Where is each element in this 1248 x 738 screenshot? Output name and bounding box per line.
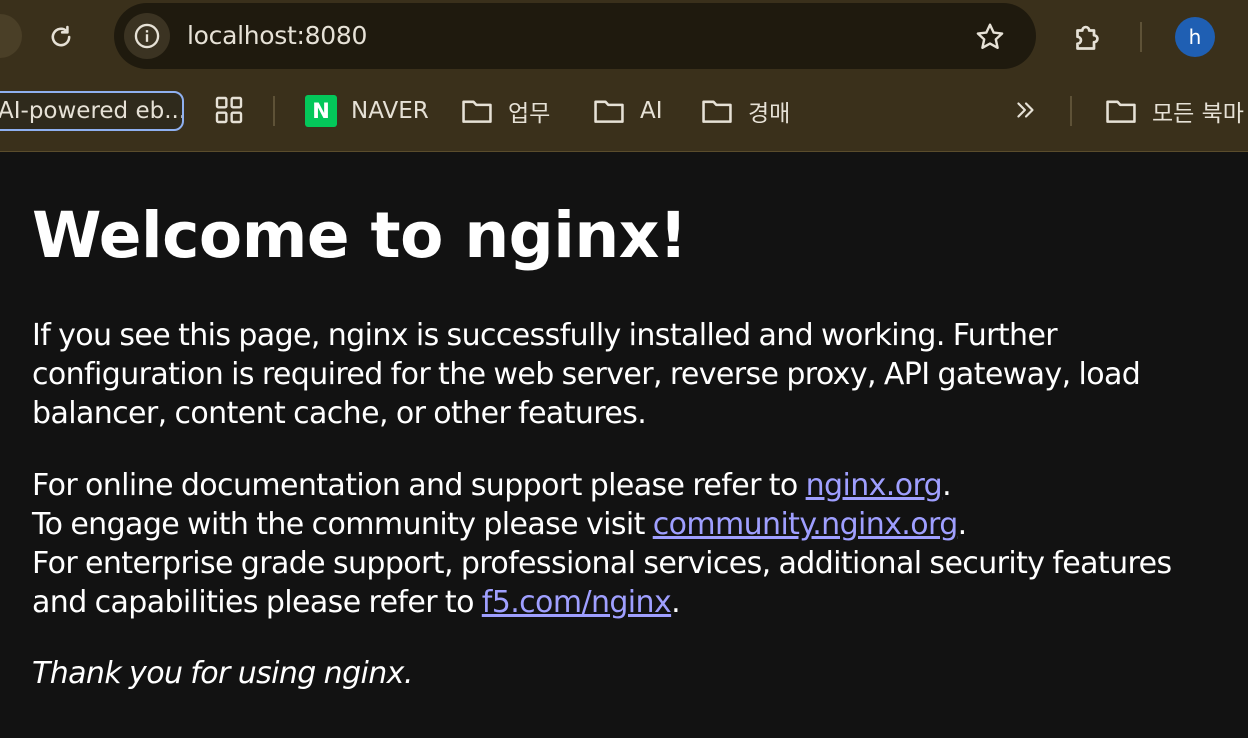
bookmark-star-button[interactable] [970, 17, 1010, 57]
links-paragraph: For online documentation and support ple… [32, 466, 1222, 622]
extensions-button[interactable] [1066, 16, 1110, 60]
reload-button[interactable] [40, 16, 82, 58]
profile-avatar[interactable]: h [1175, 17, 1215, 57]
bookmarks-divider [273, 96, 275, 126]
folder-icon [462, 100, 492, 123]
folder-icon [1106, 100, 1136, 123]
period: . [671, 585, 681, 620]
bookmark-label: 모든 북마 [1152, 101, 1244, 127]
bookmark-label: 경매 [748, 101, 791, 127]
back-button[interactable] [0, 14, 22, 58]
browser-toolbar: localhost:8080 h [0, 0, 1248, 74]
period: . [942, 468, 952, 503]
bookmark-folder-auction[interactable]: 경매 [700, 91, 790, 131]
naver-logo-icon: N [305, 95, 337, 127]
bookmark-naver[interactable]: N NAVER [305, 91, 429, 131]
community-link[interactable]: community.nginx.org [653, 507, 959, 542]
address-bar[interactable]: localhost:8080 [114, 3, 1036, 69]
f5-nginx-link[interactable]: f5.com/nginx [482, 585, 672, 620]
nginx-org-link[interactable]: nginx.org [806, 468, 943, 503]
apps-grid-icon [215, 96, 243, 124]
bookmark-folder-work[interactable]: 업무 [460, 91, 550, 131]
bookmark-label: 업무 [508, 101, 551, 127]
bookmark-label: AI [640, 98, 663, 124]
folder-icon [702, 100, 732, 123]
page-title: Welcome to nginx! [32, 199, 688, 272]
all-bookmarks-button[interactable]: 모든 북마 [1104, 91, 1244, 131]
docs-text: For online documentation and support ple… [32, 468, 806, 503]
page-content: Welcome to nginx! If you see this page, … [0, 152, 1248, 738]
toolbar-divider [1140, 22, 1142, 52]
url-text[interactable]: localhost:8080 [187, 21, 367, 51]
site-info-button[interactable] [124, 13, 170, 59]
apps-button[interactable] [213, 94, 245, 126]
bookmark-label: NAVER [351, 98, 429, 124]
bookmark-folder-ai[interactable]: AI [592, 91, 663, 131]
double-chevron-icon [1017, 102, 1034, 118]
bookmark-ai-powered[interactable]: AI-powered eb... [0, 91, 184, 131]
intro-paragraph: If you see this page, nginx is successfu… [32, 318, 1141, 431]
info-icon [134, 23, 160, 49]
reload-icon [51, 25, 71, 47]
folder-icon [594, 100, 624, 123]
bookmarks-bar: AI-powered eb... N NAVER 업무 AI 경매 모든 북마 [0, 74, 1248, 152]
star-icon [976, 23, 1004, 49]
puzzle-icon [1076, 25, 1099, 50]
community-text: To engage with the community please visi… [32, 507, 653, 542]
thanks-text: Thank you for using nginx. [32, 656, 413, 691]
period: . [957, 507, 968, 542]
more-bookmarks-button[interactable] [1010, 94, 1042, 126]
bookmarks-divider [1070, 96, 1072, 126]
browser-chrome: localhost:8080 h AI-powered eb... N NAVE… [0, 0, 1248, 152]
